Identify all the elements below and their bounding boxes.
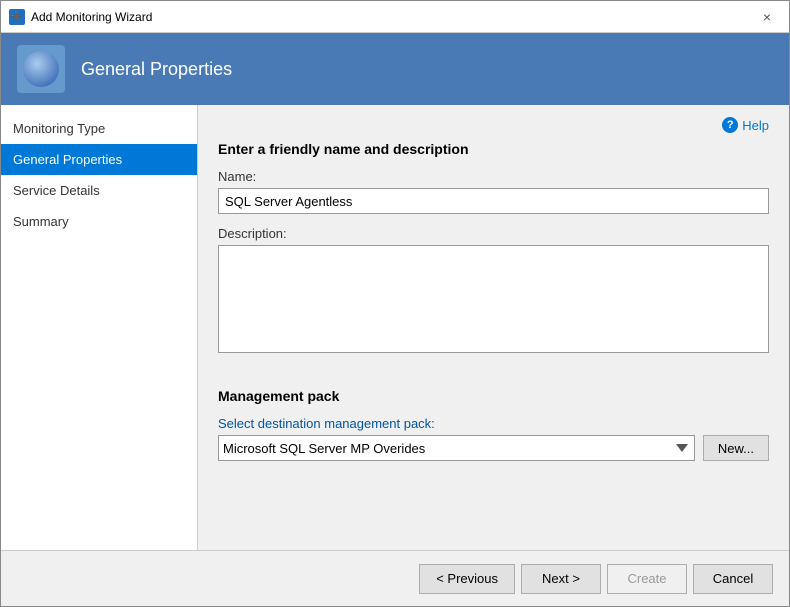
sidebar-item-service-details[interactable]: Service Details (1, 175, 197, 206)
description-input[interactable] (218, 245, 769, 353)
description-field-group: Description: (218, 226, 769, 356)
next-button[interactable]: Next > (521, 564, 601, 594)
wizard-header: General Properties (1, 33, 789, 105)
title-bar: Add Monitoring Wizard × (1, 1, 789, 33)
mgmt-pack-title: Management pack (218, 388, 769, 404)
content-area: Monitoring TypeGeneral PropertiesService… (1, 105, 789, 550)
wizard-window: Add Monitoring Wizard × General Properti… (0, 0, 790, 607)
main-panel: ? Help Enter a friendly name and descrip… (198, 105, 789, 550)
help-link[interactable]: ? Help (722, 117, 769, 133)
wizard-icon-inner (23, 51, 59, 87)
wizard-header-title: General Properties (81, 59, 232, 80)
sidebar-item-summary[interactable]: Summary (1, 206, 197, 237)
mgmt-pack-dropdown-row: Microsoft SQL Server MP Overides New... (218, 435, 769, 461)
name-field-group: Name: (218, 169, 769, 214)
footer: < Previous Next > Create Cancel (1, 550, 789, 606)
management-pack-section: Management pack Select destination manag… (218, 388, 769, 461)
name-input[interactable] (218, 188, 769, 214)
mgmt-pack-select-label: Select destination management pack: (218, 416, 769, 431)
sidebar-item-monitoring-type[interactable]: Monitoring Type (1, 113, 197, 144)
new-mgmt-pack-button[interactable]: New... (703, 435, 769, 461)
mgmt-pack-dropdown[interactable]: Microsoft SQL Server MP Overides (218, 435, 695, 461)
help-row: ? Help (218, 117, 769, 133)
previous-button[interactable]: < Previous (419, 564, 515, 594)
sidebar-item-general-properties[interactable]: General Properties (1, 144, 197, 175)
cancel-button[interactable]: Cancel (693, 564, 773, 594)
help-icon: ? (722, 117, 738, 133)
title-bar-left: Add Monitoring Wizard (9, 9, 152, 25)
form-section-title: Enter a friendly name and description (218, 141, 769, 157)
create-button[interactable]: Create (607, 564, 687, 594)
help-label: Help (742, 118, 769, 133)
window-title: Add Monitoring Wizard (31, 10, 152, 24)
sidebar: Monitoring TypeGeneral PropertiesService… (1, 105, 198, 550)
name-label: Name: (218, 169, 769, 184)
app-icon (9, 9, 25, 25)
wizard-header-icon (17, 45, 65, 93)
close-button[interactable]: × (753, 7, 781, 27)
description-label: Description: (218, 226, 769, 241)
